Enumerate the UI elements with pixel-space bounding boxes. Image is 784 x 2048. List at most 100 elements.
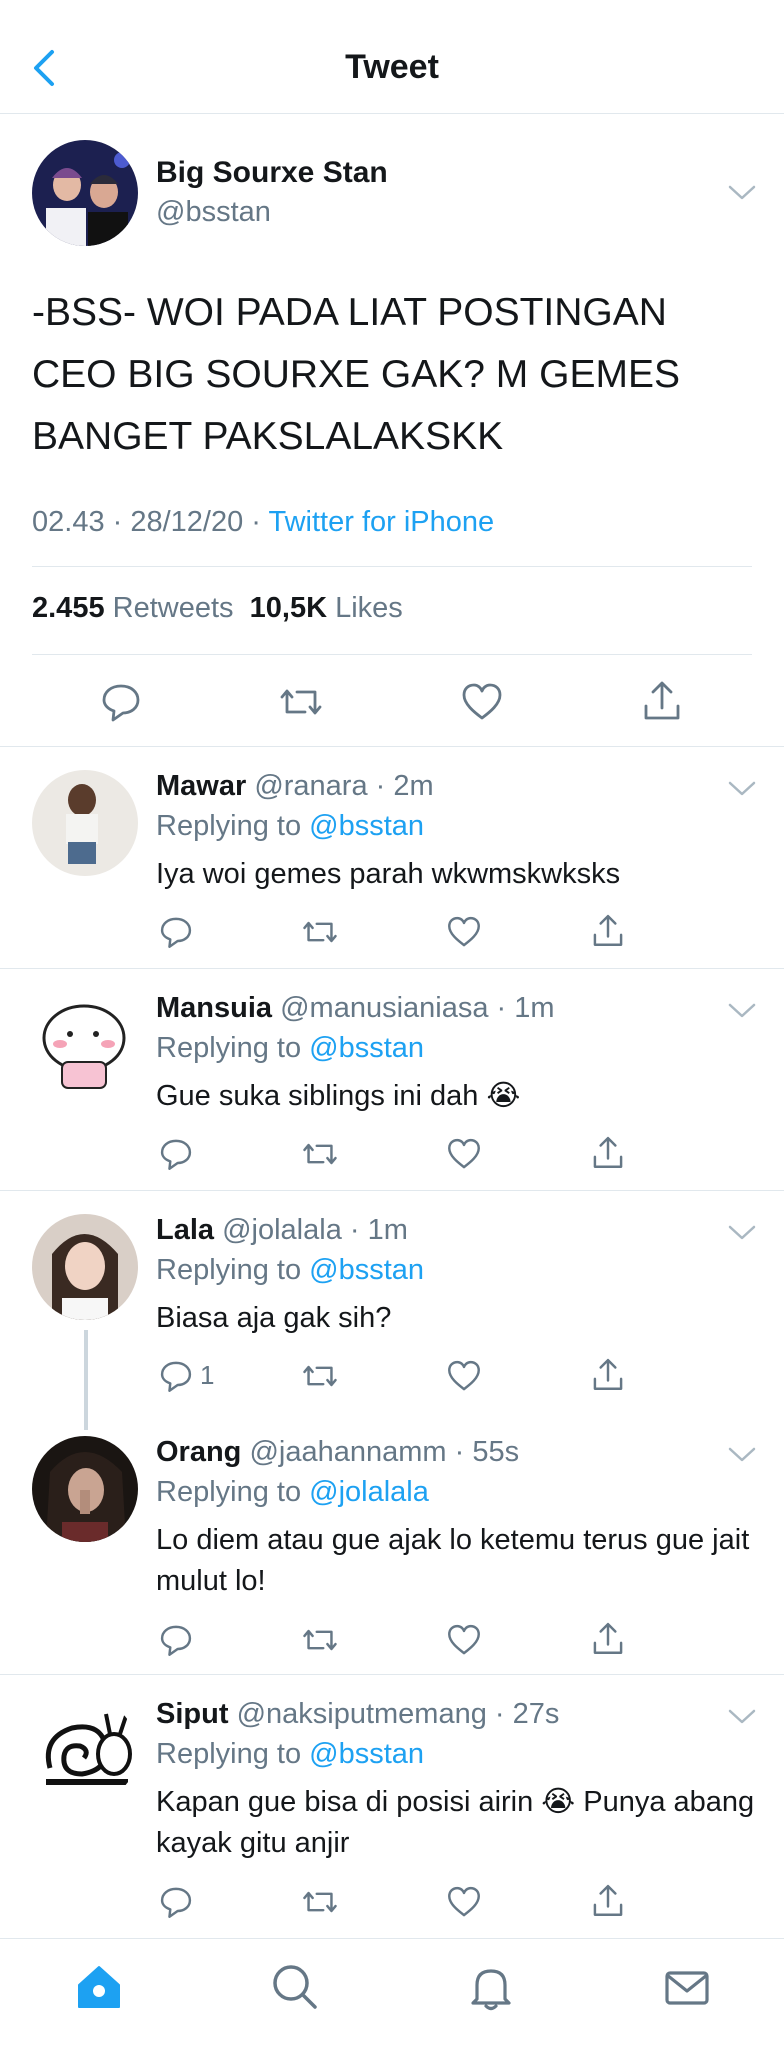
reply-tweet[interactable]: Mansuia @manusianiasa · 1m Replying to @… <box>0 968 784 1190</box>
tweet-menu-button[interactable] <box>727 1224 757 1242</box>
share-button[interactable] <box>590 912 626 948</box>
avatar[interactable] <box>32 770 138 876</box>
share-button[interactable] <box>590 1620 626 1656</box>
share-icon <box>593 1136 623 1168</box>
reply-header: Mansuia @manusianiasa · 1m <box>156 992 555 1025</box>
reply-tweet[interactable]: Mawar @ranara · 2m Replying to @bsstan I… <box>0 746 784 968</box>
replying-to-label: Replying to <box>156 1032 310 1064</box>
avatar[interactable] <box>32 1698 138 1804</box>
reply-author-name[interactable]: Siput <box>156 1698 229 1730</box>
replying-to: Replying to @bsstan <box>156 1254 424 1287</box>
like-button[interactable] <box>446 1622 482 1658</box>
retweets-count[interactable]: 2.455 <box>32 592 105 624</box>
share-button[interactable] <box>590 1134 626 1170</box>
reply-author-name[interactable]: Mansuia <box>156 992 272 1024</box>
reply-tweet[interactable]: Orang @jaahannamm · 55s Replying to @jol… <box>0 1412 784 1674</box>
tab-home[interactable] <box>73 1961 125 2013</box>
retweet-button[interactable] <box>302 914 338 950</box>
reply-text: Biasa aja gak sih? <box>156 1302 392 1334</box>
retweet-button[interactable] <box>302 1136 338 1172</box>
like-button[interactable] <box>446 1358 482 1394</box>
reply-header: Mawar @ranara · 2m <box>156 770 434 803</box>
replying-to: Replying to @jolalala <box>156 1476 429 1509</box>
tweet-menu-button[interactable] <box>727 1708 757 1726</box>
reply-button[interactable] <box>158 1358 194 1394</box>
author-name[interactable]: Big Sourxe Stan <box>156 156 388 190</box>
tweet-stats: 2.455 Retweets 10,5K Likes <box>32 592 403 625</box>
tweet-source-link[interactable]: Twitter for iPhone <box>268 506 494 538</box>
messages-icon <box>665 1971 709 2005</box>
retweet-button[interactable] <box>302 1358 338 1394</box>
reply-icon <box>160 1625 192 1656</box>
reply-author-handle[interactable]: @manusianiasa · 1m <box>280 992 554 1024</box>
tweet-menu-button[interactable] <box>727 1002 757 1020</box>
retweet-button[interactable] <box>302 1622 338 1658</box>
like-button[interactable] <box>446 1136 482 1172</box>
tweet-menu-button[interactable] <box>727 1446 757 1464</box>
share-button[interactable] <box>590 1356 626 1392</box>
mention-link[interactable]: @bsstan <box>309 1738 424 1770</box>
mention-link[interactable]: @bsstan <box>309 1032 424 1064</box>
retweet-icon <box>303 1143 337 1165</box>
like-button[interactable] <box>446 914 482 950</box>
tweet-menu-button[interactable] <box>727 780 757 798</box>
replying-to: Replying to @bsstan <box>156 810 424 843</box>
search-icon <box>273 1965 317 2009</box>
retweets-label[interactable]: Retweets <box>113 592 234 624</box>
reply-author-name[interactable]: Mawar <box>156 770 246 802</box>
avatar[interactable] <box>32 140 138 246</box>
avatar[interactable] <box>32 1436 138 1542</box>
replying-to-label: Replying to <box>156 1476 310 1508</box>
tab-search[interactable] <box>269 1961 321 2013</box>
mention-link[interactable]: @jolalala <box>309 1476 429 1508</box>
reply-text: Kapan gue bisa di posisi airin 😭 Punya a… <box>156 1786 755 1859</box>
retweet-button[interactable] <box>279 680 323 724</box>
like-button[interactable] <box>460 680 504 724</box>
likes-count[interactable]: 10,5K <box>250 592 327 624</box>
reply-author-handle[interactable]: @naksiputmemang · 27s <box>237 1698 560 1730</box>
share-icon <box>593 1884 623 1916</box>
reply-button[interactable] <box>158 1622 194 1658</box>
retweet-icon <box>303 1365 337 1387</box>
mention-link[interactable]: @bsstan <box>309 810 424 842</box>
reply-author-handle[interactable]: @ranara · 2m <box>254 770 433 802</box>
likes-label[interactable]: Likes <box>335 592 403 624</box>
author-handle[interactable]: @bsstan <box>156 196 271 229</box>
heart-icon <box>448 1138 480 1169</box>
retweet-icon <box>303 1629 337 1651</box>
avatar[interactable] <box>32 1214 138 1320</box>
reply-button[interactable] <box>158 1136 194 1172</box>
tab-messages[interactable] <box>661 1961 713 2013</box>
reply-button[interactable] <box>99 680 143 724</box>
share-icon <box>593 914 623 946</box>
reply-author-name[interactable]: Lala <box>156 1214 214 1246</box>
chevron-down-icon <box>728 1003 756 1018</box>
share-button[interactable] <box>640 678 684 722</box>
reply-author-name[interactable]: Orang <box>156 1436 241 1468</box>
page-title: Tweet <box>345 48 439 86</box>
reply-author-handle[interactable]: @jolalala · 1m <box>222 1214 408 1246</box>
reply-button[interactable] <box>158 914 194 950</box>
main-tweet: Big Sourxe Stan @bsstan -BSS- WOI PADA L… <box>0 114 784 746</box>
home-icon <box>78 1966 120 2008</box>
divider <box>32 654 752 655</box>
share-button[interactable] <box>590 1882 626 1918</box>
heart-icon <box>462 683 502 720</box>
tweet-timestamp: 02.43 · 28/12/20 · <box>32 506 269 538</box>
mention-link[interactable]: @bsstan <box>309 1254 424 1286</box>
retweet-button[interactable] <box>302 1884 338 1920</box>
replying-to: Replying to @bsstan <box>156 1032 424 1065</box>
like-button[interactable] <box>446 1884 482 1920</box>
reply-tweet[interactable]: Siput @naksiputmemang · 27s Replying to … <box>0 1674 784 1938</box>
replying-to: Replying to @bsstan <box>156 1738 424 1771</box>
reply-icon <box>160 917 192 948</box>
avatar[interactable] <box>32 992 138 1098</box>
reply-author-handle[interactable]: @jaahannamm · 55s <box>249 1436 519 1468</box>
chevron-down-icon <box>728 1709 756 1724</box>
tweet-menu-button[interactable] <box>727 184 757 202</box>
reply-tweet[interactable]: Lala @jolalala · 1m Replying to @bsstan … <box>0 1190 784 1412</box>
reply-icon <box>160 1139 192 1170</box>
tab-notifications[interactable] <box>465 1961 517 2013</box>
reply-button[interactable] <box>158 1884 194 1920</box>
reply-text: Iya woi gemes parah wkwmskwksks <box>156 858 621 890</box>
